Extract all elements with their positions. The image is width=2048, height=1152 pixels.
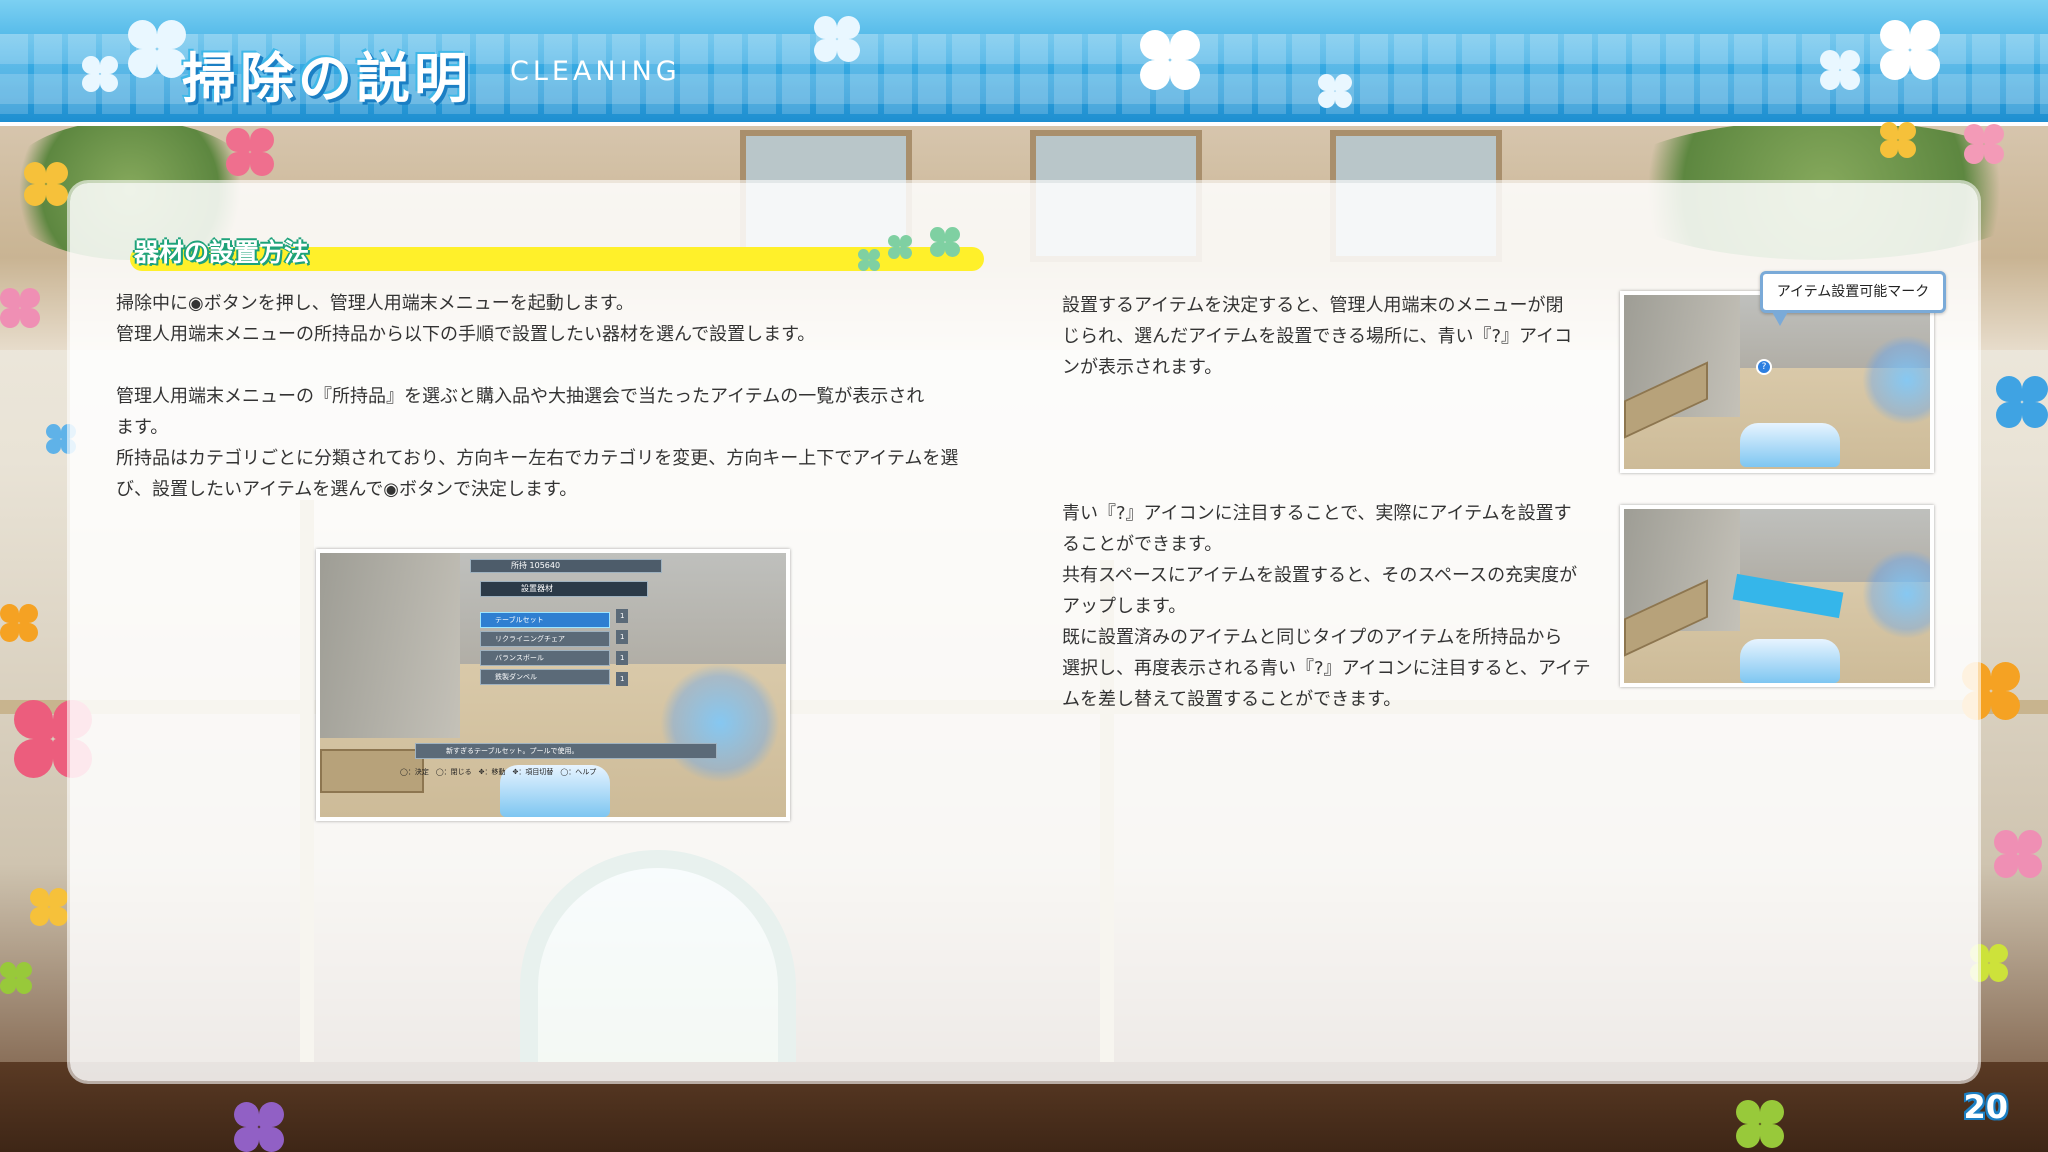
right-description-b: 青い『?』アイコンに注目することで、実際にアイテムを設置す ることができます。 … (1062, 498, 1602, 715)
menu-screenshot: 所持 105640 設置器材 テーブルセット リクライニングチェア バランスボー… (316, 549, 790, 821)
list-item[interactable]: バランスボール (480, 650, 610, 666)
text-line: ンが表示されます。 (1062, 357, 1223, 378)
clover-icon (814, 16, 860, 62)
clover-icon (1820, 50, 1860, 90)
clover-icon (30, 888, 68, 926)
text-line: 既に設置済みのアイテムと同じタイプのアイテムを所持品から (1062, 627, 1563, 648)
item-list: テーブルセット リクライニングチェア バランスボール 鉄製ダンベル (480, 609, 610, 688)
clover-icon (0, 604, 38, 642)
text-line: 選択し、再度表示される青い『?』アイコンに注目すると、アイテ (1062, 658, 1591, 679)
clover-icon (1736, 1100, 1784, 1148)
item-counts: 1 1 1 1 (616, 609, 629, 687)
clover-icon (82, 56, 118, 92)
category-tab[interactable]: 設置器材 (480, 581, 648, 597)
item-count: 1 (616, 630, 629, 644)
item-description: 新すぎるテーブルセット。プールで使用。 (415, 743, 717, 759)
clover-icon (234, 1102, 284, 1152)
clover-icon (0, 288, 40, 328)
text-line: 青い『?』アイコンに注目することで、実際にアイテムを設置す (1062, 503, 1572, 524)
page-title: 掃除の説明 (182, 47, 472, 110)
clover-icon (1964, 124, 2004, 164)
item-count: 1 (616, 672, 629, 686)
money-display: 所持 105640 (470, 559, 662, 573)
clover-icon (128, 20, 186, 78)
header-banner: 掃除の説明 CLEANING (0, 0, 2048, 126)
player-hands (1740, 639, 1840, 683)
text-line: アップします。 (1062, 596, 1187, 617)
clover-icon (888, 235, 912, 259)
left-description: 掃除中に◉ボタンを押し、管理人用端末メニューを起動します。 管理人用端末メニュー… (116, 288, 996, 505)
clover-icon (1140, 30, 1200, 90)
item-count: 1 (616, 609, 629, 623)
clover-icon (0, 962, 32, 994)
clover-icon (1996, 376, 2048, 428)
placement-glow (660, 663, 780, 783)
text-line: 管理人用端末メニューの所持品から以下の手順で設置したい器材を選んで設置します。 (116, 324, 816, 345)
clover-icon (1880, 20, 1940, 80)
section-heading: 器材の設置方法 (130, 227, 984, 271)
list-item[interactable]: テーブルセット (480, 612, 610, 628)
text-line: び、設置したいアイテムを選んで◉ボタンで決定します。 (116, 479, 578, 500)
player-hands (1740, 423, 1840, 467)
list-item[interactable]: 鉄製ダンベル (480, 669, 610, 685)
placement-mark-callout: アイテム設置可能マーク (1760, 271, 1946, 326)
list-item[interactable]: リクライニングチェア (480, 631, 610, 647)
room-wall (320, 553, 460, 738)
text-line: じられ、選んだアイテムを設置できる場所に、青い『?』アイコ (1062, 326, 1573, 347)
question-icon: ? (1756, 359, 1772, 375)
placement-glow (1862, 549, 1930, 639)
clover-icon (930, 227, 960, 257)
placement-glow (1862, 335, 1930, 425)
text-line: ます。 (116, 417, 169, 438)
text-line: 掃除中に◉ボタンを押し、管理人用端末メニューを起動します。 (116, 293, 634, 314)
text-line: 管理人用端末メニューの『所持品』を選ぶと購入品や大抽選会で当たったアイテムの一覧… (116, 386, 925, 407)
text-line: ムを差し替えて設置することができます。 (1062, 689, 1402, 710)
text-line: ることができます。 (1062, 534, 1223, 555)
item-count: 1 (616, 651, 629, 665)
clover-icon (226, 128, 274, 176)
text-line: 所持品はカテゴリごとに分類されており、方向キー左右でカテゴリを変更、方向キー上下… (116, 448, 959, 469)
text-line: 共有スペースにアイテムを設置すると、そのスペースの充実度が (1062, 565, 1578, 586)
page-number: 20 (1963, 1088, 2008, 1126)
button-guide: ◯：決定 ◯：閉じる ✥：移動 ✥：項目切替 ◯：ヘルプ (400, 768, 597, 776)
page-subtitle: CLEANING (510, 56, 681, 87)
section-heading-label: 器材の設置方法 (134, 238, 310, 267)
clover-icon (1994, 830, 2042, 878)
text-line: 設置するアイテムを決定すると、管理人用端末のメニューが閉 (1062, 295, 1564, 316)
placed-item-screenshot (1620, 505, 1934, 687)
placed-yoga-mat (1732, 573, 1844, 619)
clover-icon (858, 249, 880, 271)
room-scene (1624, 509, 1930, 683)
clover-icon (1880, 122, 1916, 158)
clover-icon (1318, 74, 1352, 108)
clover-icon (24, 162, 68, 206)
right-description-a: 設置するアイテムを決定すると、管理人用端末のメニューが閉 じられ、選んだアイテム… (1062, 290, 1602, 383)
